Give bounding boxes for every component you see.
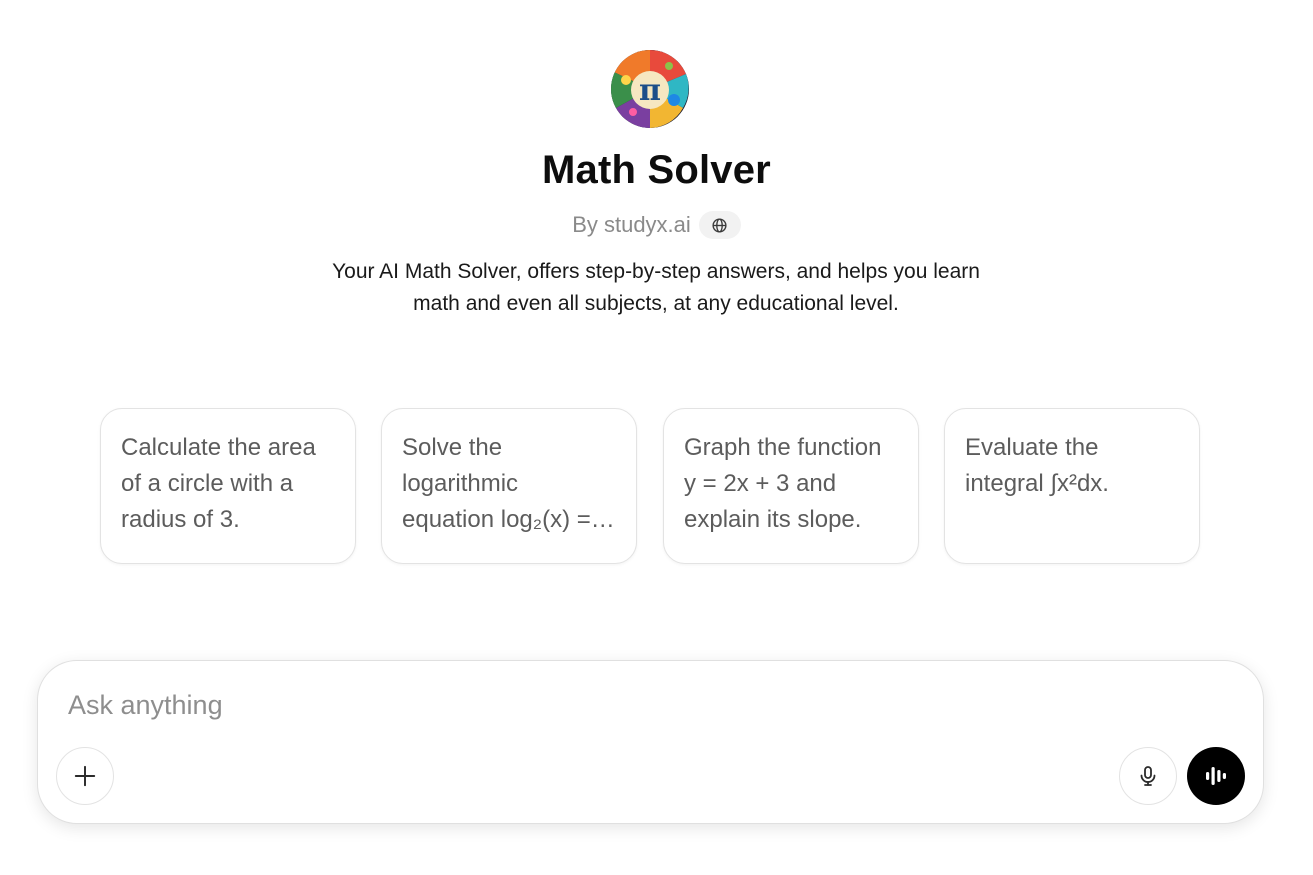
gpt-description: Your AI Math Solver, offers step-by-step… [332, 260, 980, 315]
starter-card[interactable]: Calculate the area of a circle with a ra… [100, 408, 356, 564]
gpt-title: Math Solver [542, 148, 771, 192]
starter-card-text: Calculate the area of a circle with a ra… [121, 434, 316, 533]
plus-icon [74, 765, 96, 787]
globe-icon [712, 217, 727, 233]
gpt-landing-page: π Math Solver By studyx.ai Your AI Math … [0, 0, 1313, 875]
author-byline: By studyx.ai [572, 212, 691, 237]
svg-text:π: π [639, 73, 661, 108]
voice-mode-button[interactable] [1187, 747, 1245, 805]
byline: By studyx.ai [0, 211, 1313, 239]
starter-card-text: Solve the logarithmic equation log₂(x) =… [402, 434, 591, 533]
voice-mode-icon [1206, 767, 1226, 785]
message-composer [37, 660, 1264, 824]
starter-card[interactable]: Graph the function y = 2x + 3 and explai… [663, 408, 919, 564]
microphone-icon [1140, 766, 1156, 786]
starter-card[interactable]: Solve the logarithmic equation log₂(x) =… [381, 408, 637, 564]
starter-card-text: Evaluate the integral ∫x²dx. [965, 434, 1109, 497]
prompt-input[interactable] [68, 685, 1068, 725]
add-attachment-button[interactable] [56, 747, 114, 805]
website-link-button[interactable] [698, 211, 741, 239]
pi-avatar-icon: π [611, 50, 689, 128]
starter-card[interactable]: Evaluate the integral ∫x²dx. [944, 408, 1200, 564]
dictate-button[interactable] [1119, 747, 1177, 805]
starter-card-text: Graph the function y = 2x + 3 and explai… [684, 434, 882, 533]
